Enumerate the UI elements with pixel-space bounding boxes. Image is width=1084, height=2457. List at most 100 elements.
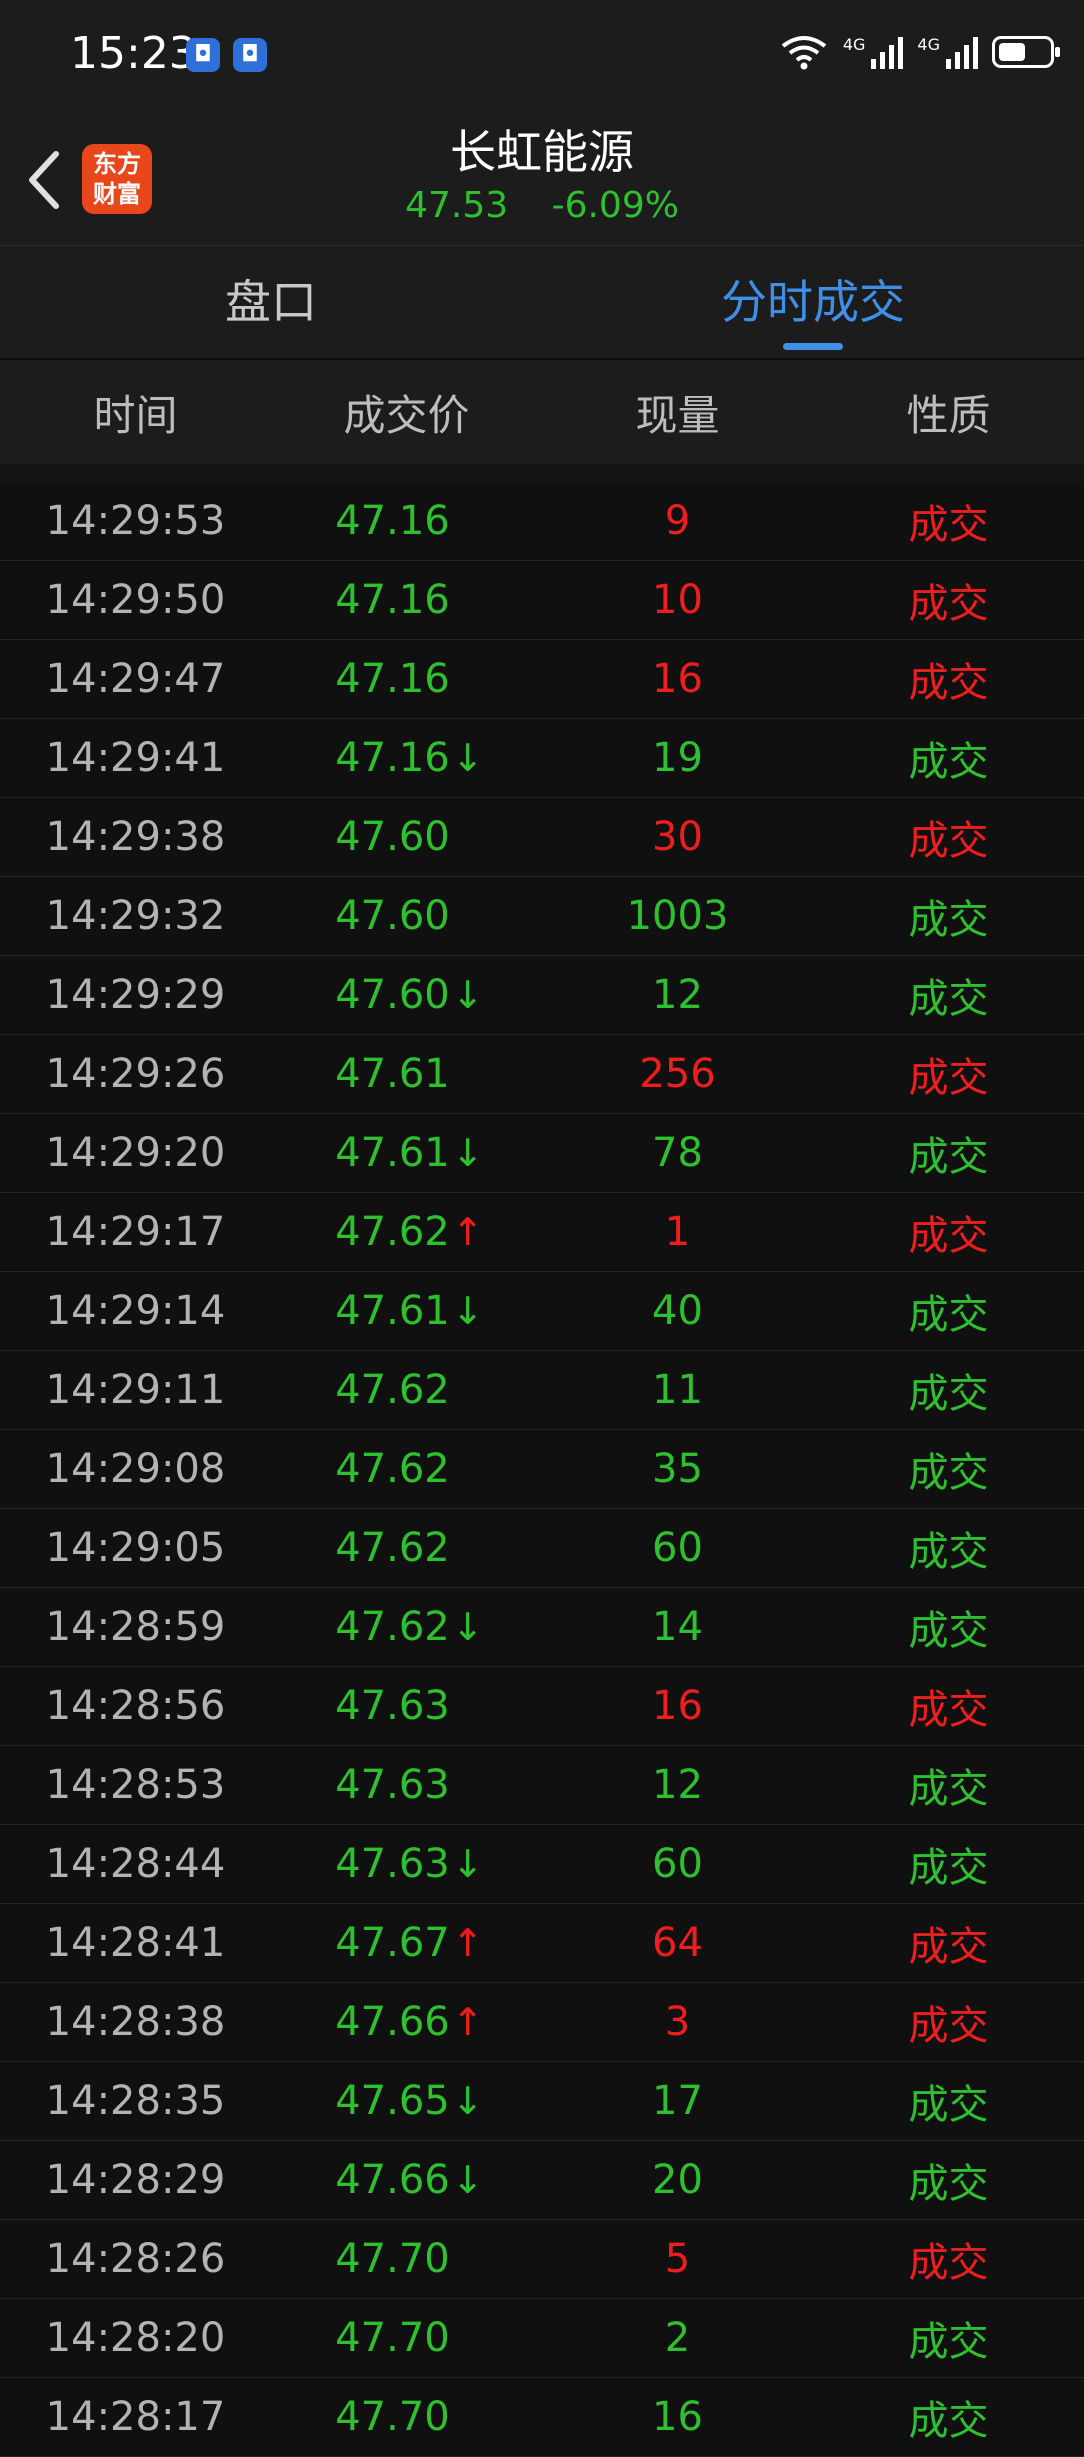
trade-price: 47.60 [271,893,542,939]
trade-row: 14:28:17 47.70 16 成交 [0,2378,1084,2457]
trade-price: 47.70 [271,2236,542,2282]
trade-price-value: 47.60 [335,893,450,939]
trade-price: 47.62 [271,1367,542,1413]
trade-price-value: 47.61 [335,1288,450,1334]
trade-row: 14:29:38 47.60 30 成交 [0,798,1084,877]
trade-row: 14:29:53 47.16 9 成交 [0,482,1084,561]
change-percent: -6.09% [551,185,679,226]
arrow-down-icon: ↓ [451,2158,484,2202]
trade-type: 成交 [908,1134,989,1180]
trade-list[interactable]: 14:29:53 47.16 9 成交 14:29:50 47.16 10 成交 14:29:4… [0,482,1084,2457]
trade-type: 成交 [908,1055,989,1101]
current-price: 47.53 [405,185,509,226]
trade-time: 14:28:41 [45,1920,226,1966]
tab-label: 分时成交 [721,275,905,329]
arrow-down-icon: ↓ [451,1605,484,1649]
status-icons: 4G 4G [779,34,1060,70]
tab-tick-trades[interactable]: 分时成交 [542,246,1084,358]
trade-time: 14:28:17 [45,2394,226,2440]
arrow-down-icon: ↓ [451,736,484,780]
tab-bar: 盘口 分时成交 [0,246,1084,360]
trade-time: 14:28:38 [45,1999,226,2045]
trade-price: 47.60↓ [271,972,542,1018]
trade-price-value: 47.63 [335,1841,450,1887]
trade-price: 47.62↑ [271,1209,542,1255]
trade-volume: 20 [652,2157,703,2203]
trade-type: 成交 [908,502,989,548]
trade-time: 14:28:53 [45,1762,226,1808]
trade-price: 47.65↓ [271,2078,542,2124]
trade-volume: 60 [652,1841,703,1887]
trade-price: 47.63 [271,1683,542,1729]
trade-type: 成交 [908,1371,989,1417]
trade-type: 成交 [908,1687,989,1733]
trade-price-value: 47.62 [335,1367,450,1413]
trade-type: 成交 [908,1292,989,1338]
trade-price: 47.70 [271,2315,542,2361]
trade-time: 14:28:20 [45,2315,226,2361]
active-tab-indicator [783,343,843,350]
trade-time: 14:29:29 [45,972,226,1018]
trade-price-value: 47.70 [335,2394,450,2440]
trade-row: 14:28:53 47.63 12 成交 [0,1746,1084,1825]
trade-price-value: 47.61 [335,1051,450,1097]
trade-price: 47.16 [271,656,542,702]
trade-time: 14:29:53 [45,498,226,544]
tab-label: 盘口 [225,275,317,329]
trade-row: 14:28:38 47.66↑ 3 成交 [0,1983,1084,2062]
battery-icon [992,36,1060,68]
trade-time: 14:28:26 [45,2236,226,2282]
trade-price-value: 47.67 [335,1920,450,1966]
trade-volume: 40 [652,1288,703,1334]
arrow-up-icon: ↑ [451,2000,484,2044]
trade-price: 47.61↓ [271,1288,542,1334]
trade-price-value: 47.60 [335,814,450,860]
trade-price: 47.66↑ [271,1999,542,2045]
trade-price: 47.62 [271,1525,542,1571]
trade-price-value: 47.70 [335,2236,450,2282]
trade-price-value: 47.61 [335,1130,450,1176]
trade-type: 成交 [908,1766,989,1812]
trade-volume: 1003 [626,893,729,939]
trade-price: 47.62↓ [271,1604,542,1650]
arrow-up-icon: ↑ [451,1921,484,1965]
trade-volume: 14 [652,1604,703,1650]
trade-price: 47.16 [271,577,542,623]
trade-type: 成交 [908,2240,989,2286]
trade-time: 14:29:11 [45,1367,226,1413]
trade-row: 14:28:26 47.70 5 成交 [0,2220,1084,2299]
trade-type: 成交 [908,1924,989,1970]
col-type: 性质 [906,390,991,440]
column-header: 时间 成交价 现量 性质 [0,360,1084,482]
trade-time: 14:29:05 [45,1525,226,1571]
trade-row: 14:29:05 47.62 60 成交 [0,1509,1084,1588]
trade-price-value: 47.63 [335,1762,450,1808]
trade-volume: 10 [652,577,703,623]
trade-volume: 16 [652,656,703,702]
trade-time: 14:28:29 [45,2157,226,2203]
trade-price: 47.63↓ [271,1841,542,1887]
trade-time: 14:29:14 [45,1288,226,1334]
trade-volume: 5 [664,2236,691,2282]
tab-order-book[interactable]: 盘口 [0,246,542,358]
price-line: 47.53 -6.09% [0,185,1084,226]
trade-row: 14:29:50 47.16 10 成交 [0,561,1084,640]
arrow-down-icon: ↓ [451,1289,484,1333]
trade-volume: 2 [664,2315,691,2361]
trade-price-value: 47.65 [335,2078,450,2124]
trade-price: 47.66↓ [271,2157,542,2203]
trade-price-value: 47.16 [335,498,450,544]
network-label: 4G [842,35,866,54]
trade-type: 成交 [908,976,989,1022]
trade-volume: 12 [652,972,703,1018]
trade-row: 14:29:08 47.62 35 成交 [0,1430,1084,1509]
shield-icon: ◘ [186,38,220,72]
trade-price: 47.70 [271,2394,542,2440]
trade-volume: 16 [652,2394,703,2440]
trade-row: 14:29:32 47.60 1003 成交 [0,877,1084,956]
stock-name: 长虹能源 [450,125,634,179]
trade-row: 14:29:29 47.60↓ 12 成交 [0,956,1084,1035]
trade-type: 成交 [908,2003,989,2049]
network-label: 4G [917,35,940,54]
trade-price-value: 47.66 [335,2157,450,2203]
